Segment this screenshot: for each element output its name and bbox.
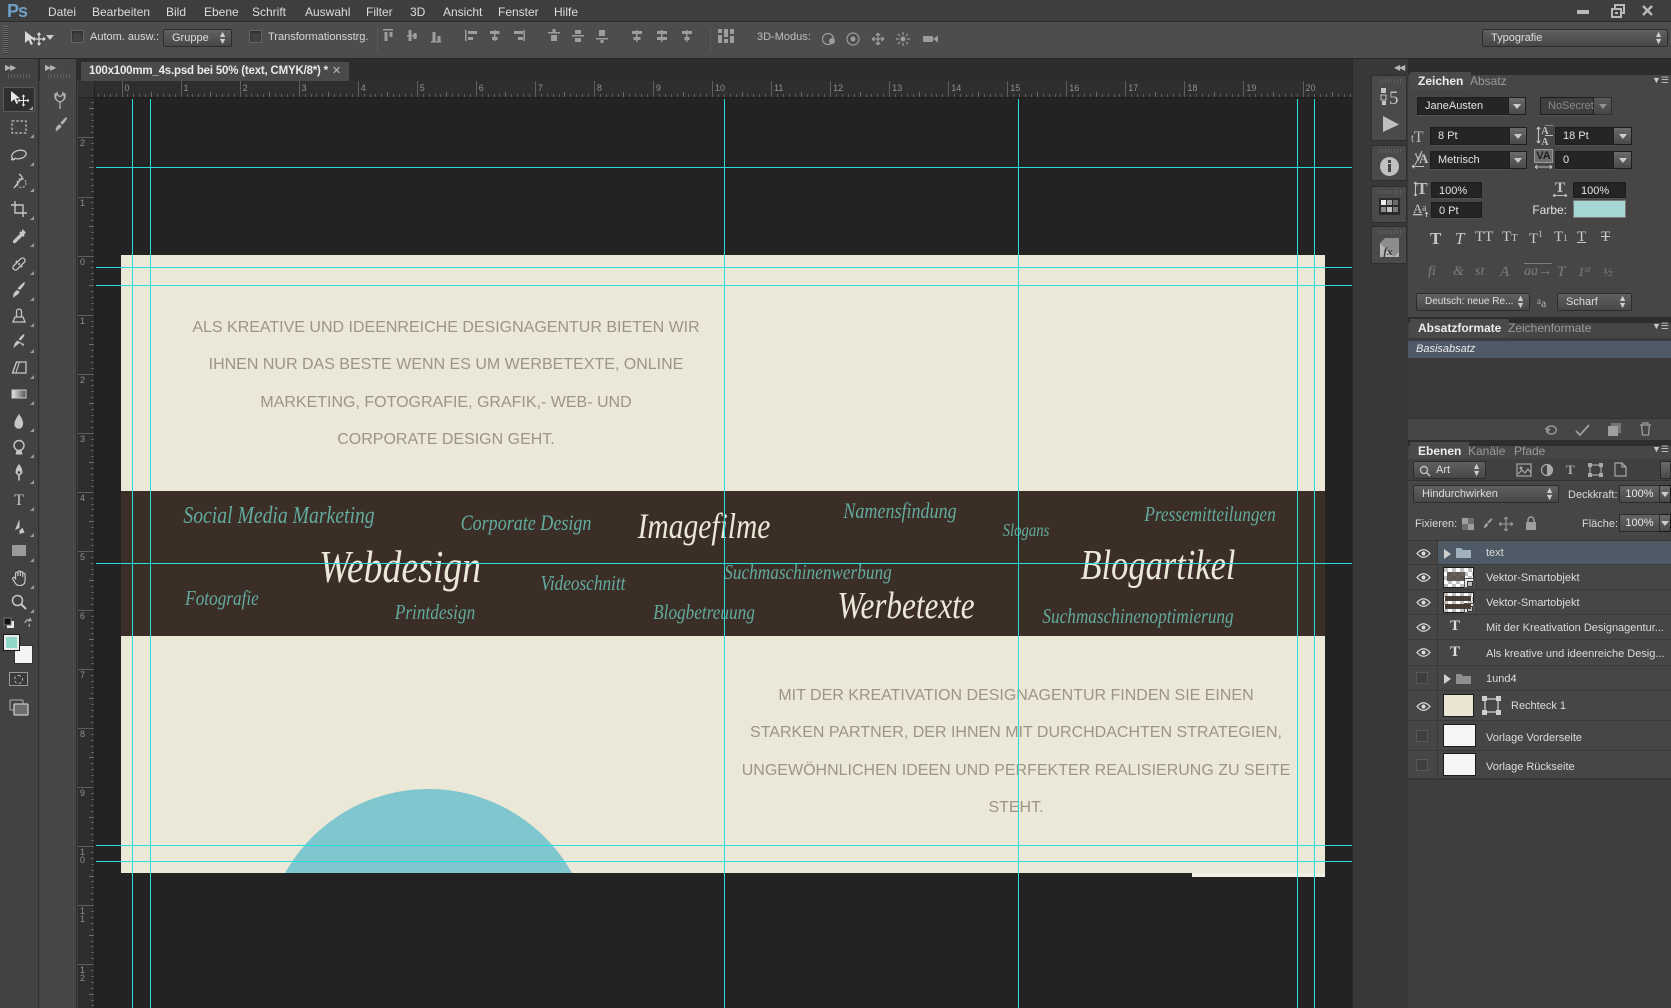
svg-text:T: T: [14, 492, 24, 507]
svg-text:T: T: [1416, 180, 1428, 198]
svg-text:5: 5: [1389, 88, 1399, 106]
svg-text:T: T: [1555, 181, 1565, 196]
svg-text:A: A: [1541, 137, 1549, 146]
svg-text:fx: fx: [1383, 246, 1393, 258]
